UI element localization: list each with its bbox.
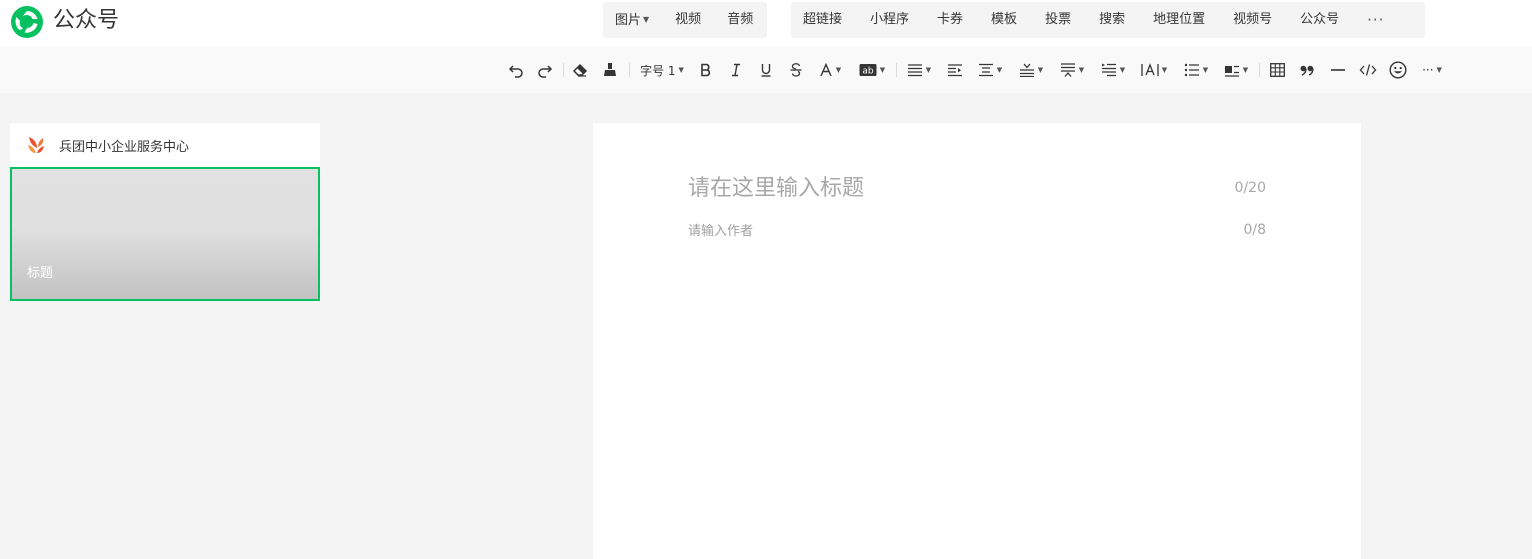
redo-icon[interactable] [535,47,555,93]
font-size-dropdown[interactable]: 字号 1 ▼ [638,47,686,93]
emoji-icon[interactable] [1387,47,1409,93]
media-insert-group: 图片 ▼ 视频 音频 [603,2,767,38]
chevron-down-icon: ▼ [879,66,886,74]
article-card-selected[interactable]: 标题 [10,167,320,301]
insert-location-button[interactable]: 地理位置 [1153,2,1205,38]
paragraph-spacing-icon[interactable]: ▼ [974,47,1006,93]
italic-icon[interactable] [726,47,746,93]
insert-audio-button[interactable]: 音频 [727,2,753,38]
svg-text:ab: ab [862,67,874,77]
font-color-icon[interactable]: ▼ [814,47,846,93]
insert-search-button[interactable]: 搜索 [1099,2,1125,38]
insert-miniprogram-button[interactable]: 小程序 [870,2,909,38]
table-icon[interactable] [1267,47,1287,93]
line-spacing-after-icon[interactable]: ▼ [1056,47,1088,93]
insert-vote-button[interactable]: 投票 [1045,2,1071,38]
first-line-indent-icon[interactable]: ▼ [1097,47,1129,93]
article-editor: 0/20 0/8 [593,123,1361,559]
article-title-input[interactable] [688,171,1208,205]
chevron-down-icon: ▼ [678,66,684,74]
toolbar-divider [563,63,564,77]
account-name: 兵团中小企业服务中心 [59,139,190,155]
format-toolbar: 字号 1 ▼ ▼ ab ▼ ▼ ▼ ▼ ▼ ▼ ▼ ▼ ▼ ··· ▼ [0,47,1532,93]
more-insert-button[interactable]: ··· [1367,2,1384,38]
line-spacing-before-icon[interactable]: ▼ [1015,47,1047,93]
wechat-official-account-logo-icon [11,6,43,38]
toolbar-divider [1259,63,1260,77]
insert-video-button[interactable]: 视频 [675,2,701,38]
insert-template-button[interactable]: 模板 [991,2,1017,38]
insert-image-button[interactable]: 图片 ▼ [615,2,649,39]
chevron-down-icon: ▼ [643,14,650,24]
font-size-label: 字号 1 [640,63,676,78]
insert-channels-button[interactable]: 视频号 [1233,2,1272,38]
chevron-down-icon: ▼ [1242,66,1249,74]
insert-hyperlink-button[interactable]: 超链接 [803,2,842,38]
chevron-down-icon: ▼ [1161,66,1168,74]
tools-insert-group: 超链接 小程序 卡券 模板 投票 搜索 地理位置 视频号 公众号 ··· [791,2,1425,38]
chevron-down-icon: ▼ [996,66,1003,74]
author-input[interactable] [688,220,1088,242]
list-icon[interactable]: ▼ [1180,47,1212,93]
chevron-down-icon: ▼ [1202,66,1209,74]
bold-icon[interactable] [696,47,716,93]
align-icon[interactable]: ▼ [903,47,935,93]
chevron-down-icon: ▼ [1078,66,1085,74]
account-avatar-icon [28,137,44,153]
indent-icon[interactable] [945,47,965,93]
author-char-counter: 0/8 [1243,222,1266,238]
account-header: 兵团中小企业服务中心 [10,123,320,167]
chevron-down-icon: ▼ [1119,66,1126,74]
chevron-down-icon: ▼ [1436,66,1442,74]
code-icon[interactable] [1357,47,1379,93]
quote-icon[interactable] [1297,47,1317,93]
brand-title: 公众号 [53,8,120,33]
strikethrough-icon[interactable] [786,47,806,93]
background-color-icon[interactable]: ab ▼ [856,47,888,93]
undo-icon[interactable] [506,47,526,93]
insert-official-account-button[interactable]: 公众号 [1300,2,1339,38]
eraser-icon[interactable] [570,47,590,93]
article-card-title: 标题 [27,266,54,281]
insert-coupon-button[interactable]: 卡券 [937,2,963,38]
float-align-icon[interactable]: ▼ [1220,47,1252,93]
chevron-down-icon: ▼ [835,66,842,74]
chevron-down-icon: ▼ [925,66,932,74]
more-formatting-button[interactable]: ··· ▼ [1417,47,1447,93]
article-list-panel: 兵团中小企业服务中心 标题 [10,123,320,301]
chevron-down-icon: ▼ [1037,66,1044,74]
divider-icon[interactable] [1328,47,1348,93]
more-icon: ··· [1422,63,1434,77]
underline-icon[interactable] [756,47,776,93]
format-painter-icon[interactable] [600,47,620,93]
letter-spacing-icon[interactable]: ▼ [1138,47,1170,93]
toolbar-divider [629,63,630,77]
title-char-counter: 0/20 [1234,180,1266,196]
toolbar-divider [896,63,897,77]
top-bar: 公众号 图片 ▼ 视频 音频 超链接 小程序 卡券 模板 投票 搜索 地理位置 视… [0,0,1532,47]
